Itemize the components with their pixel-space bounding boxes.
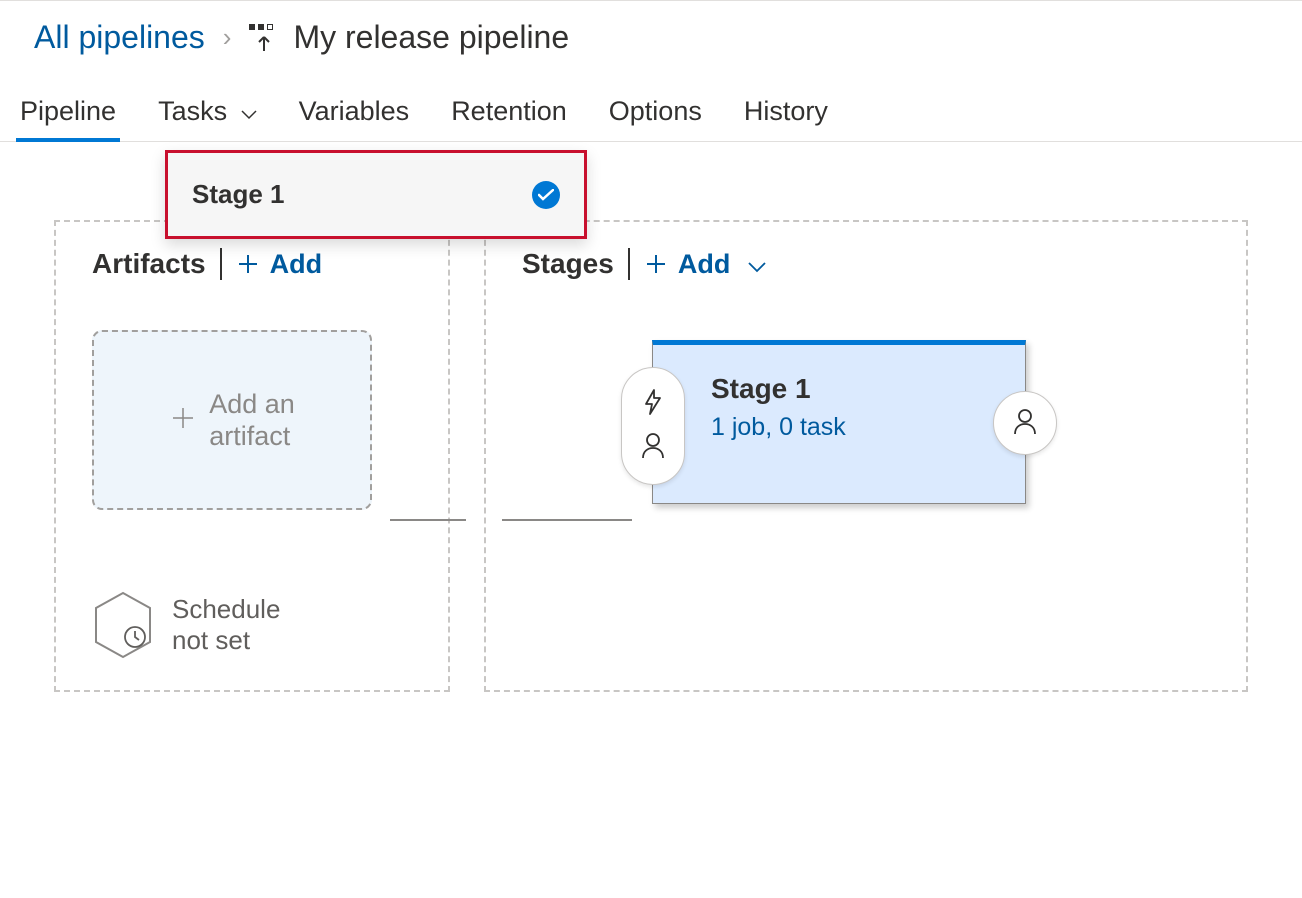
checkmark-badge-icon	[532, 181, 560, 209]
plus-icon	[169, 404, 197, 437]
artifacts-title: Artifacts	[92, 248, 206, 280]
person-icon	[640, 431, 666, 464]
add-artifact-link[interactable]: Add	[236, 249, 322, 280]
chevron-right-icon: ›	[223, 22, 232, 53]
plus-icon	[644, 252, 668, 276]
add-artifact-placeholder[interactable]: Add an artifact	[92, 330, 372, 510]
add-artifact-label: Add	[270, 249, 322, 280]
breadcrumb-root-link[interactable]: All pipelines	[34, 19, 205, 56]
connector-line	[502, 519, 632, 521]
tasks-dropdown-item[interactable]: Stage 1	[165, 150, 587, 239]
separator	[628, 248, 630, 280]
placeholder-line1: Add an	[209, 388, 295, 420]
post-deployment-conditions-button[interactable]	[993, 391, 1057, 455]
stage-jobs-link[interactable]: 1 job, 0 task	[711, 413, 985, 442]
connector-line	[390, 519, 466, 521]
tab-tasks[interactable]: Tasks	[154, 96, 261, 141]
tab-tasks-label: Tasks	[158, 96, 227, 126]
artifacts-panel: Artifacts Add Add an artifact	[54, 220, 450, 692]
stages-panel: Stages Add Stage 1 1 job, 0 task	[484, 220, 1248, 692]
chevron-down-icon	[748, 249, 766, 280]
tab-variables[interactable]: Variables	[295, 96, 414, 141]
add-stage-link[interactable]: Add	[644, 249, 766, 280]
trigger-icon	[640, 388, 666, 421]
breadcrumb: All pipelines › My release pipeline	[0, 1, 1302, 64]
release-pipeline-icon	[249, 24, 275, 52]
tab-history[interactable]: History	[740, 96, 832, 141]
person-icon	[1012, 407, 1038, 440]
stages-title: Stages	[522, 248, 614, 280]
schedule-button[interactable]: Schedule not set	[92, 590, 412, 660]
stage-name: Stage 1	[711, 373, 985, 405]
dropdown-stage-name: Stage 1	[192, 179, 285, 210]
stage-card[interactable]: Stage 1 1 job, 0 task	[652, 340, 1026, 504]
separator	[220, 248, 222, 280]
plus-icon	[236, 252, 260, 276]
page-title: My release pipeline	[293, 19, 569, 56]
tab-bar: Pipeline Tasks Variables Retention Optio…	[0, 64, 1302, 142]
tab-options[interactable]: Options	[605, 96, 706, 141]
tab-pipeline[interactable]: Pipeline	[16, 96, 120, 141]
add-stage-label: Add	[678, 249, 730, 280]
pre-deployment-conditions-button[interactable]	[621, 367, 685, 485]
schedule-line2: not set	[172, 625, 280, 656]
chevron-down-icon	[241, 96, 257, 126]
tab-retention[interactable]: Retention	[447, 96, 571, 141]
placeholder-line2: artifact	[209, 420, 295, 452]
schedule-line1: Schedule	[172, 594, 280, 625]
hexagon-clock-icon	[92, 590, 154, 660]
